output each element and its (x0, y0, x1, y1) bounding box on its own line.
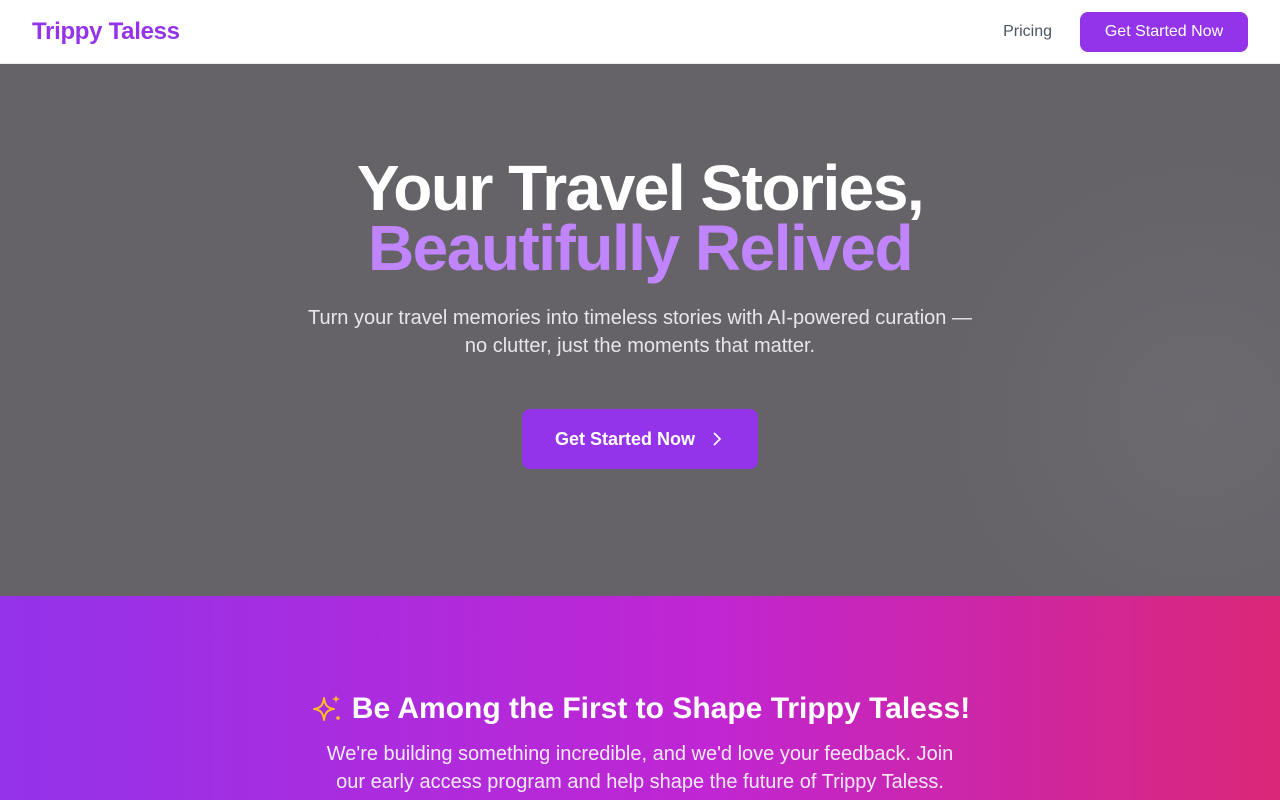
early-access-description: We're building something incredible, and… (326, 743, 954, 793)
hero-title-accent: Beautifully Relived (367, 212, 914, 284)
brand-logo[interactable]: Trippy Taless (32, 18, 180, 46)
early-access-section: Be Among the First to Shape Trippy Tales… (0, 596, 1280, 800)
sparkles-icon (310, 692, 344, 726)
chevron-right-icon (709, 431, 725, 447)
hero-title: Your Travel Stories, (356, 152, 925, 224)
nav-get-started-button[interactable]: Get Started Now (1080, 11, 1248, 52)
hero-section: Your Travel Stories, Beautifully Relived… (0, 64, 1280, 596)
hero-cta-label: Get Started Now (554, 428, 696, 449)
early-access-heading-text: Be Among the First to Shape Trippy Tales… (351, 692, 971, 725)
pricing-link[interactable]: Pricing (1003, 23, 1052, 41)
hero-get-started-button[interactable]: Get Started Now (522, 409, 758, 469)
top-navbar: Trippy Taless Pricing Get Started Now (0, 0, 1280, 64)
hero-subtitle: Turn your travel memories into timeless … (308, 307, 972, 357)
nav-right: Pricing Get Started Now (1003, 11, 1248, 52)
hero-content: Your Travel Stories, Beautifully Relived… (0, 152, 1280, 469)
early-access-heading: Be Among the First to Shape Trippy Tales… (0, 692, 1280, 726)
